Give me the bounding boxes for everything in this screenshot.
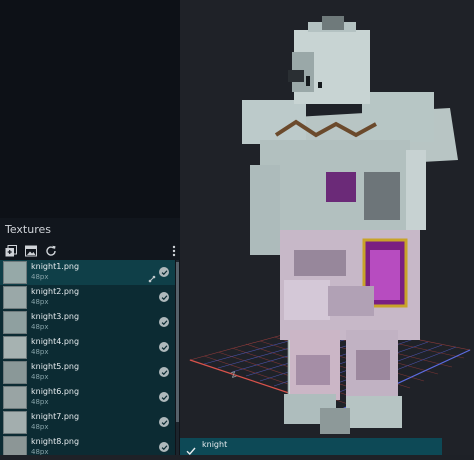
texture-list: knight1.png 48px knight2.png 48px knight3.pn… [0, 260, 175, 455]
texture-row[interactable]: knight8.png 48px [0, 435, 175, 455]
texture-size: 48px [31, 448, 49, 455]
more-vert-icon[interactable] [170, 244, 178, 258]
texture-check-icon[interactable] [159, 342, 169, 352]
texture-check-icon[interactable] [159, 292, 169, 302]
texture-size: 48px [31, 398, 49, 406]
texture-check-icon[interactable] [159, 442, 169, 452]
texture-check-icon[interactable] [159, 417, 169, 427]
texture-name: knight2.png [31, 287, 80, 296]
texture-name: knight3.png [31, 312, 80, 321]
texture-size: 48px [31, 423, 49, 431]
texture-check-icon[interactable] [159, 367, 169, 377]
texture-thumbnail [3, 286, 27, 309]
texture-row[interactable]: knight6.png 48px [0, 385, 175, 410]
texture-name: knight6.png [31, 387, 80, 396]
texture-options-icon[interactable] [148, 268, 156, 283]
texture-size: 48px [31, 348, 49, 356]
texture-row[interactable]: knight2.png 48px [0, 285, 175, 310]
texture-thumbnail [3, 261, 27, 284]
knight-model[interactable] [242, 16, 458, 434]
texture-row[interactable]: knight7.png 48px [0, 410, 175, 435]
texture-row[interactable]: knight5.png 48px [0, 360, 175, 385]
scrollbar-thumb[interactable] [176, 262, 179, 422]
texture-check-icon[interactable] [159, 392, 169, 402]
texture-thumbnail [3, 311, 27, 334]
texture-name: knight8.png [31, 437, 80, 446]
status-label: knight [202, 440, 228, 449]
texture-size: 48px [31, 373, 49, 381]
import-image-icon[interactable] [24, 244, 38, 258]
status-check-icon [186, 441, 196, 456]
texture-row[interactable]: knight1.png 48px [0, 260, 175, 285]
texture-row[interactable]: knight4.png 48px [0, 335, 175, 360]
add-texture-icon[interactable] [4, 244, 18, 258]
texture-thumbnail [3, 436, 27, 455]
texture-row[interactable]: knight3.png 48px [0, 310, 175, 335]
texture-thumbnail [3, 411, 27, 434]
texture-thumbnail [3, 336, 27, 359]
texture-name: knight1.png [31, 262, 80, 271]
sidebar-empty-area [0, 0, 180, 218]
texture-check-icon[interactable] [159, 267, 169, 277]
texture-name: knight5.png [31, 362, 80, 371]
texture-thumbnail [3, 361, 27, 384]
refresh-icon[interactable] [44, 244, 58, 258]
texture-name: knight7.png [31, 412, 80, 421]
textures-panel-title: Textures [5, 223, 51, 236]
texture-name: knight4.png [31, 337, 80, 346]
texture-size: 48px [31, 273, 49, 281]
texture-size: 48px [31, 323, 49, 331]
texture-thumbnail [3, 386, 27, 409]
texture-check-icon[interactable] [159, 317, 169, 327]
texture-size: 48px [31, 298, 49, 306]
3d-viewport[interactable]: z [180, 0, 474, 455]
